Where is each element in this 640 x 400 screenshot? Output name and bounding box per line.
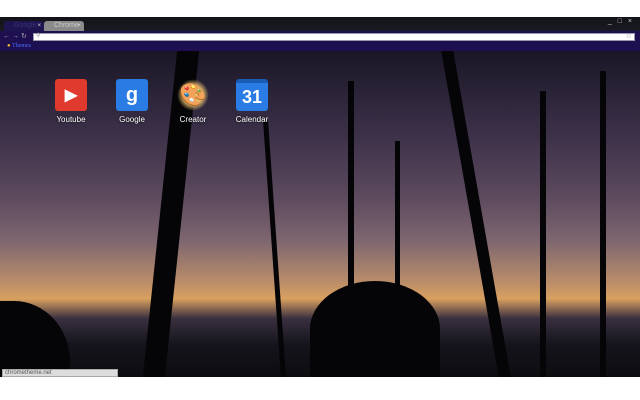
omnibox[interactable]: ⚲ ☆	[33, 33, 635, 41]
app-label: Creator	[179, 115, 207, 124]
bookmark-themes[interactable]: ● Themes	[7, 42, 31, 51]
palm-silhouette	[263, 121, 286, 377]
nav-buttons: ←→↻	[3, 32, 29, 40]
search-icon: ⚲	[36, 33, 41, 39]
app-youtube[interactable]: ▶ Youtube	[46, 79, 96, 124]
new-tab-page: ▶ Youtube g Google 🎨 Creator 31 Calendar	[0, 51, 640, 377]
app-google[interactable]: g Google	[107, 79, 157, 124]
app-calendar[interactable]: 31 Calendar	[227, 79, 277, 124]
toolbar: ←→↻ ⚲ ☆	[0, 31, 640, 42]
window-controls[interactable]: _ □ ×	[608, 18, 634, 25]
close-tab-icon[interactable]: ×	[77, 21, 81, 31]
tab-chrome[interactable]: Chrome ×	[44, 21, 84, 31]
status-bubble: chrometheme.net	[2, 369, 118, 377]
reload-icon[interactable]: ↻	[21, 33, 29, 40]
hut-silhouette	[0, 301, 70, 377]
calendar-date: 31	[241, 86, 263, 107]
hut-silhouette	[310, 281, 440, 377]
close-tab-icon[interactable]: ×	[37, 21, 41, 31]
browser-window: Google × Chrome × _ □ × ←→↻ ⚲ ☆ ● Themes ▶ …	[0, 17, 640, 377]
back-icon[interactable]: ←	[3, 33, 12, 40]
tab-google[interactable]: Google ×	[4, 21, 44, 31]
bookmark-icon: ●	[7, 43, 11, 49]
bookmark-label: Themes	[12, 43, 32, 49]
app-creator[interactable]: 🎨 Creator	[168, 79, 218, 124]
google-icon: g	[116, 79, 148, 111]
bookmarks-bar: ● Themes	[0, 42, 640, 51]
palm-silhouette	[600, 71, 606, 377]
palette-icon: 🎨	[177, 79, 209, 111]
forward-icon[interactable]: →	[12, 33, 21, 40]
app-label: Youtube	[56, 115, 86, 124]
calendar-icon: 31	[236, 79, 268, 111]
palm-silhouette	[441, 51, 511, 377]
app-label: Google	[119, 115, 145, 124]
youtube-icon: ▶	[55, 79, 87, 111]
tab-label: Chrome	[54, 22, 79, 29]
tab-label: Google	[14, 22, 37, 29]
app-label: Calendar	[235, 115, 269, 124]
palm-silhouette	[540, 91, 546, 377]
star-icon[interactable]: ☆	[626, 32, 632, 40]
tab-strip: Google × Chrome × _ □ ×	[0, 17, 640, 31]
